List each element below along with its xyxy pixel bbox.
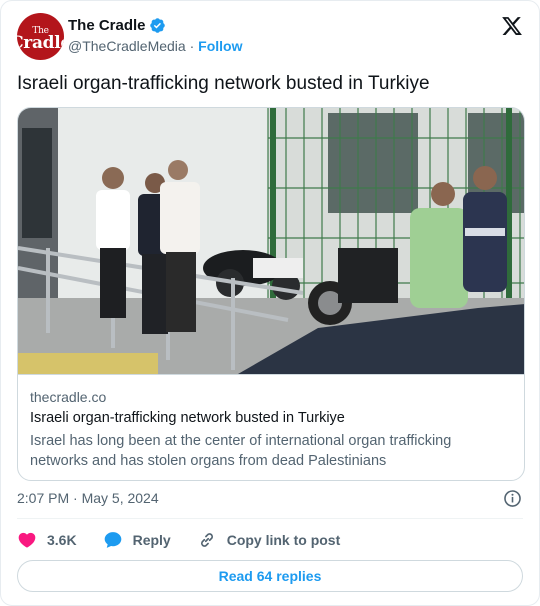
link-chain-icon: [200, 533, 213, 547]
avatar-logo-line2: Cradle: [17, 32, 64, 53]
verified-badge-icon: [149, 18, 165, 33]
copy-link-button[interactable]: Copy link to post: [197, 530, 341, 550]
link-preview-image[interactable]: [18, 108, 524, 374]
reply-label: Reply: [132, 532, 171, 548]
handle-separator: ·: [189, 38, 195, 54]
read-replies-button[interactable]: Read 64 replies: [17, 560, 523, 592]
photo-police-escort-icon: [18, 108, 524, 374]
divider: [17, 518, 523, 519]
link-preview-card[interactable]: thecradle.co Israeli organ-trafficking n…: [17, 107, 525, 481]
link-title: Israeli organ-trafficking network busted…: [30, 410, 345, 426]
link-domain: thecradle.co: [30, 389, 107, 405]
link-preview-meta: thecradle.co Israeli organ-trafficking n…: [18, 374, 524, 480]
heart-icon: [18, 532, 36, 548]
tweet-timestamp[interactable]: 2:07 PM · May 5, 2024: [17, 490, 159, 506]
tweet-text: Israeli organ-trafficking network busted…: [17, 73, 430, 94]
like-button[interactable]: 3.6K: [17, 530, 77, 550]
author-name-row: The Cradle: [68, 17, 166, 34]
like-count: 3.6K: [47, 532, 77, 548]
link-description: Israel has long been at the center of in…: [30, 433, 452, 469]
author-avatar[interactable]: The Cradle: [17, 13, 64, 60]
reply-bubble-icon: [104, 532, 121, 548]
action-bar: 3.6K Reply Copy link to post: [17, 528, 366, 552]
reply-button[interactable]: Reply: [103, 530, 171, 550]
copy-link-label: Copy link to post: [226, 532, 341, 548]
author-handle-row: @TheCradleMedia · Follow: [68, 38, 243, 54]
info-icon[interactable]: [503, 489, 522, 508]
follow-button[interactable]: Follow: [198, 38, 242, 54]
tweet-embed-card: The Cradle The Cradle @TheCradleMedia · …: [0, 0, 540, 606]
author-display-name[interactable]: The Cradle: [68, 17, 146, 34]
avatar-logo: The Cradle: [17, 25, 64, 53]
author-handle[interactable]: @TheCradleMedia: [68, 38, 186, 54]
tweet-header: The Cradle The Cradle @TheCradleMedia · …: [17, 13, 523, 61]
x-logo-icon[interactable]: [501, 15, 523, 37]
